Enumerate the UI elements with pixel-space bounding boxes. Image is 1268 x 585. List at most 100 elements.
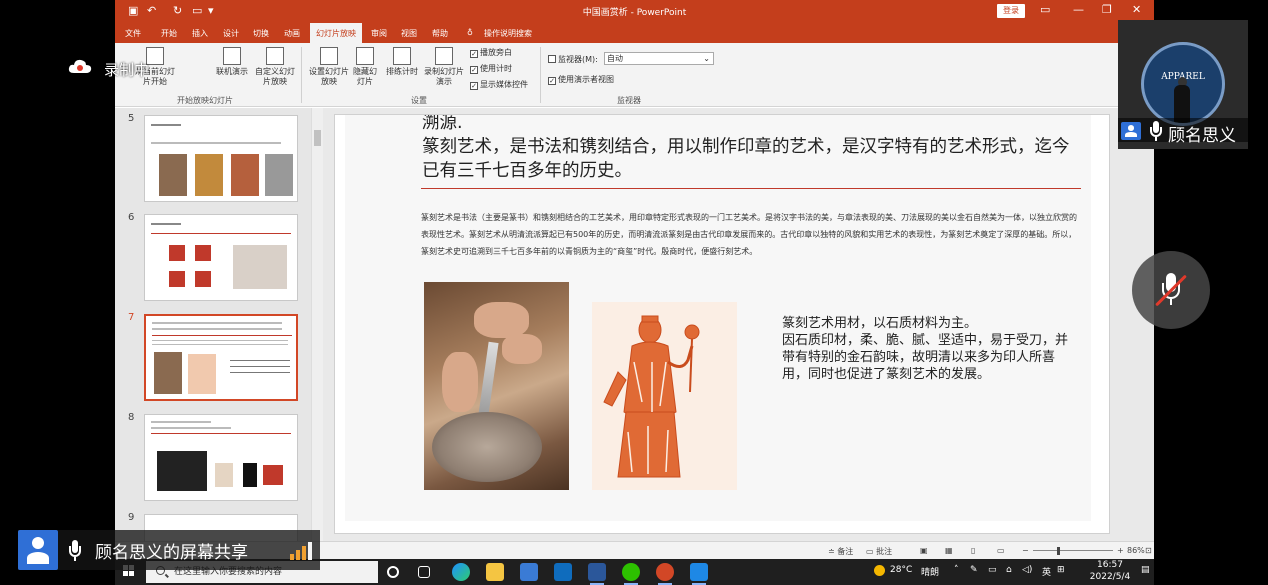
- chevron-up-icon[interactable]: ˄: [954, 565, 959, 575]
- comments-button[interactable]: ▭ 批注: [866, 546, 892, 557]
- tab-file[interactable]: 文件: [125, 28, 141, 39]
- file-explorer-icon[interactable]: [486, 563, 504, 581]
- store-icon[interactable]: [520, 563, 538, 581]
- thumb-line: [152, 328, 282, 330]
- powerpoint-icon[interactable]: [656, 563, 674, 585]
- monitor-select[interactable]: 自动 ⌄: [604, 52, 714, 65]
- zoom-in-icon[interactable]: +: [1117, 546, 1124, 555]
- network-icon[interactable]: ⌂: [1006, 565, 1012, 575]
- tab-design[interactable]: 设计: [223, 28, 239, 39]
- minimize-icon[interactable]: —: [1073, 3, 1084, 16]
- presenter-view-checkbox[interactable]: ✓ 使用演示者视图: [548, 74, 614, 85]
- online-present-button[interactable]: 联机演示: [215, 47, 249, 77]
- task-view-icon[interactable]: [418, 566, 430, 578]
- mute-toggle-button[interactable]: [1132, 251, 1210, 329]
- record-slideshow-button[interactable]: 录制幻灯片演示: [421, 47, 467, 87]
- fit-slide-icon[interactable]: ⊡: [1145, 546, 1152, 555]
- scrollbar-thumb[interactable]: [314, 130, 321, 146]
- login-button[interactable]: 登录: [997, 4, 1025, 18]
- slide-body-text[interactable]: 篆刻艺术是书法（主要是篆书）和镌刻相结合的工艺美术，用印章特定形式表现的一门工艺…: [421, 209, 1083, 260]
- tab-help[interactable]: 帮助: [432, 28, 448, 39]
- weather-temp[interactable]: 28°C: [890, 565, 912, 575]
- person-icon: [1121, 122, 1141, 140]
- zoom-slider[interactable]: [1033, 550, 1113, 551]
- thumb-image: [157, 451, 207, 491]
- title-bar: ▣ ↶ ↻ ▭ ▾ 中国画赏析 - PowerPoint 登录 ▭ — ❐ ✕: [115, 0, 1154, 23]
- timings-checkbox[interactable]: ✓ 使用计时: [470, 63, 512, 74]
- close-icon[interactable]: ✕: [1132, 3, 1141, 16]
- rehearse-timings-button[interactable]: 排练计时: [384, 47, 420, 77]
- zoom-slider-thumb[interactable]: [1057, 547, 1060, 555]
- zoom-level[interactable]: 86%: [1127, 546, 1145, 555]
- slide-heading[interactable]: 溯源. 篆刻艺术，是书法和镌刻结合，用以制作印章的艺术，是汉字特有的艺术形式，迄…: [422, 115, 1082, 183]
- clock-time[interactable]: 16:57: [1084, 560, 1136, 570]
- thumbnail-slide-6[interactable]: [144, 214, 298, 301]
- cortana-icon[interactable]: [387, 566, 399, 578]
- thumbnails-scrollbar[interactable]: [311, 108, 323, 541]
- person-icon: [18, 530, 58, 570]
- ime-indicator[interactable]: 英: [1042, 565, 1051, 578]
- rubbing-body: [623, 341, 677, 419]
- tab-view[interactable]: 视图: [401, 28, 417, 39]
- thumb-number: 8: [128, 412, 135, 423]
- thumb-line: [230, 360, 290, 361]
- rubbing-flower: [684, 324, 700, 340]
- custom-slideshow-button[interactable]: 自定义幻灯片放映: [253, 47, 297, 87]
- clock-date[interactable]: 2022/5/4: [1082, 572, 1138, 582]
- screen: ▣ ↶ ↻ ▭ ▾ 中国画赏析 - PowerPoint 登录 ▭ — ❐ ✕ …: [0, 0, 1268, 585]
- current-slide[interactable]: 溯源. 篆刻艺术，是书法和镌刻结合，用以制作印章的艺术，是汉字特有的艺术形式，迄…: [335, 115, 1109, 533]
- narration-checkbox[interactable]: ✓ 播放旁白: [470, 47, 512, 58]
- tab-insert[interactable]: 插入: [192, 28, 208, 39]
- rubbing-robe: [617, 411, 681, 478]
- thumb-image: [195, 154, 223, 196]
- notification-icon[interactable]: ▤: [1141, 565, 1150, 575]
- tab-transitions[interactable]: 切换: [253, 28, 269, 39]
- group-start-slideshow: 开始放映幻灯片: [177, 96, 233, 105]
- participant-video-tile[interactable]: APPAREL 顾名思义: [1118, 20, 1248, 149]
- setup-slideshow-button[interactable]: 设置幻灯片放映: [307, 47, 351, 87]
- wechat-icon[interactable]: [622, 563, 640, 585]
- slide-side-text[interactable]: 篆刻艺术用材，以石质材料为主。 因石质印材，柔、脆、腻、坚适中，易于受刀，并带有…: [782, 315, 1072, 383]
- input-method-icon[interactable]: ⊞: [1057, 565, 1065, 575]
- slide-sorter-icon[interactable]: ▦: [945, 546, 953, 555]
- figure-rubbing-image[interactable]: [592, 302, 737, 490]
- weather-desc[interactable]: 晴朗: [921, 565, 939, 578]
- ribbon-display-icon[interactable]: ▭: [1040, 3, 1050, 16]
- thumb-line: [230, 372, 290, 373]
- weather-sun-icon[interactable]: [874, 565, 885, 576]
- word-icon[interactable]: [588, 563, 606, 585]
- reading-view-icon[interactable]: ▯: [971, 546, 975, 555]
- tab-slideshow[interactable]: 幻灯片放映: [310, 23, 362, 43]
- hide-slide-button[interactable]: 隐藏幻灯片: [351, 47, 379, 87]
- slide-edit-area: 溯源. 篆刻艺术，是书法和镌刻结合，用以制作印章的艺术，是汉字特有的艺术形式，迄…: [323, 108, 1154, 541]
- tab-home[interactable]: 开始: [161, 28, 177, 39]
- tab-review[interactable]: 审阅: [371, 28, 387, 39]
- thumb-line: [151, 421, 211, 423]
- thumb-number: 6: [128, 212, 135, 223]
- thumb-image: [159, 154, 187, 196]
- thumbnail-slide-5[interactable]: [144, 115, 298, 202]
- pen-icon[interactable]: ✎: [970, 565, 978, 575]
- thumb-rule: [151, 433, 291, 434]
- zoom-out-icon[interactable]: −: [1022, 546, 1029, 555]
- volume-icon[interactable]: ◁): [1022, 565, 1032, 575]
- display-icon[interactable]: ▭: [988, 565, 997, 575]
- cloud-record-icon: [68, 59, 92, 73]
- thumb-number: 9: [128, 512, 135, 523]
- meeting-app-icon[interactable]: [690, 563, 708, 585]
- rubbing-sleeve: [603, 371, 627, 407]
- photo-finger: [502, 334, 542, 364]
- normal-view-icon[interactable]: ▣: [920, 546, 928, 555]
- seal-carving-photo[interactable]: [424, 282, 569, 490]
- restore-icon[interactable]: ❐: [1102, 3, 1112, 16]
- thumbnail-slide-7[interactable]: [144, 314, 298, 401]
- notes-button[interactable]: ≐ 备注: [828, 546, 853, 557]
- tell-me-search[interactable]: 操作说明搜索: [484, 28, 532, 39]
- seal-stone: [432, 412, 542, 482]
- thumbnail-slide-8[interactable]: [144, 414, 298, 501]
- mail-icon[interactable]: [554, 563, 572, 581]
- tab-animations[interactable]: 动画: [284, 28, 300, 39]
- slideshow-view-icon[interactable]: ▭: [997, 546, 1005, 555]
- edge-browser-icon[interactable]: [452, 563, 470, 581]
- media-controls-checkbox[interactable]: ✓ 显示媒体控件: [470, 79, 528, 90]
